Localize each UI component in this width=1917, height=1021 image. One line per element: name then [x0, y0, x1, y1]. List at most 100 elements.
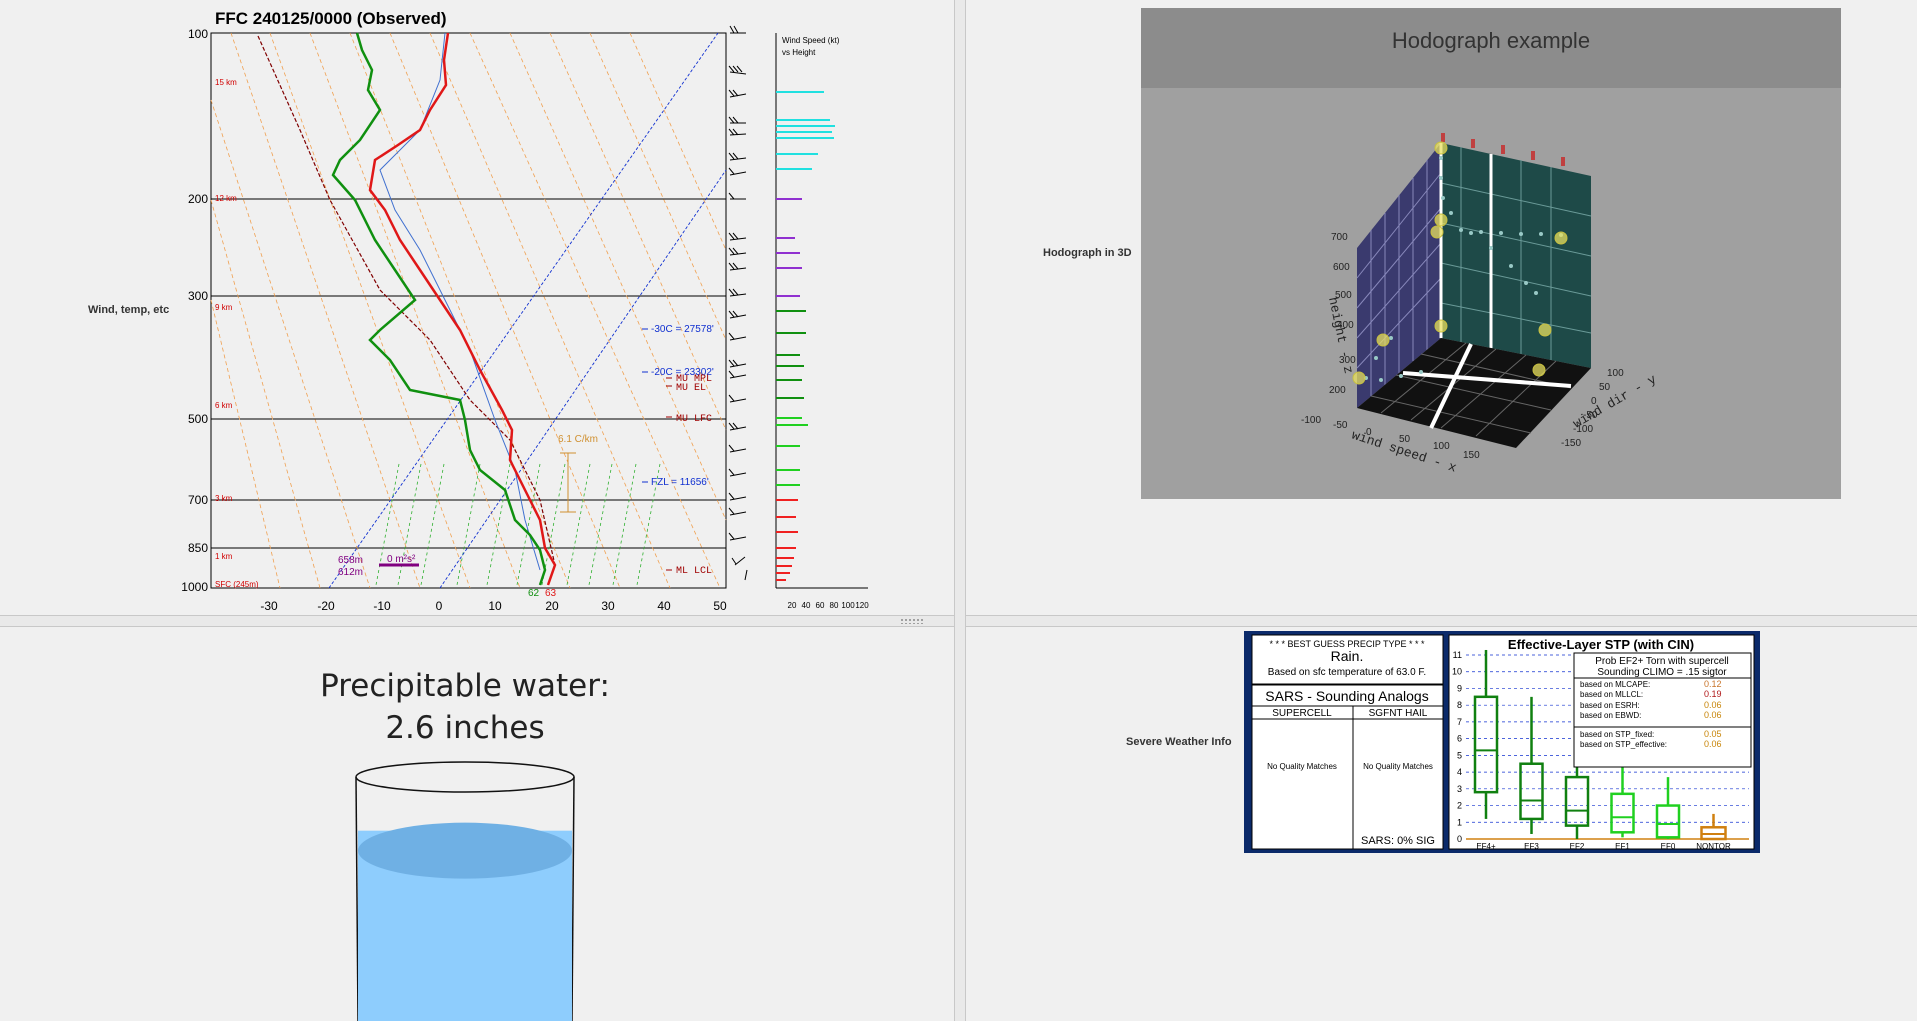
- height-612m: 612m: [338, 567, 363, 578]
- stp-y-tick: 7: [1457, 717, 1462, 727]
- ws-tick: 60: [816, 601, 825, 610]
- stp-category-label: EF0: [1661, 842, 1676, 851]
- ws-tick: 120: [855, 601, 869, 610]
- water-surface: [358, 822, 572, 879]
- z-tick: 600: [1333, 262, 1350, 273]
- stp-y-tick: 10: [1452, 667, 1462, 677]
- p-tick: 500: [188, 412, 208, 426]
- srh-label: 0 m²s²: [387, 554, 416, 565]
- hodograph-title: Hodograph example: [1392, 28, 1590, 53]
- x-tick: 50: [1399, 434, 1411, 445]
- mu-lfc-label: MU LFC: [676, 414, 712, 425]
- t-tick: 30: [601, 599, 615, 613]
- y-tick: 0: [1591, 396, 1597, 407]
- skewt-title: FFC 240125/0000 (Observed): [215, 9, 447, 28]
- stp-category-label: EF1: [1615, 842, 1630, 851]
- precip-water-value: 2.6 inches: [385, 710, 545, 746]
- ws-tick: 20: [788, 601, 797, 610]
- wind-panel-subtitle: vs Height: [782, 48, 816, 57]
- t-tick: 10: [488, 599, 502, 613]
- stp-category-label: NONTOR: [1696, 842, 1731, 851]
- ws-tick: 40: [802, 601, 811, 610]
- h-tick: 3 km: [215, 494, 233, 503]
- p-tick: 300: [188, 289, 208, 303]
- sfc-td-label: 62: [528, 588, 540, 599]
- sars-supercell-result: No Quality Matches: [1267, 762, 1337, 771]
- hodograph-3d-chart[interactable]: Hodograph example height - z wind speed …: [1141, 8, 1841, 499]
- stp-row-label: based on STP_fixed:: [1580, 730, 1654, 739]
- mu-el-label: MU EL: [676, 383, 706, 394]
- t-tick: 20: [545, 599, 559, 613]
- sars-title: SARS - Sounding Analogs: [1265, 688, 1428, 704]
- t-tick: 0: [436, 599, 443, 613]
- x-tick: 0: [1366, 427, 1372, 438]
- stp-category-label: EF3: [1524, 842, 1539, 851]
- t-tick: 50: [713, 599, 727, 613]
- y-tick: -150: [1561, 438, 1581, 449]
- vertical-splitter[interactable]: [954, 0, 966, 1021]
- ml-lcl-label: ML LCL: [676, 566, 712, 577]
- lapse-rate-label: 6.1 C/km: [558, 434, 598, 445]
- stp-row-label: based on STP_effective:: [1580, 740, 1667, 749]
- y-tick: 100: [1607, 368, 1624, 379]
- splitter-grip[interactable]: [900, 618, 924, 624]
- precip-type-note: Based on sfc temperature of 63.0 F.: [1268, 667, 1426, 678]
- m30c-label: -30C = 27578': [651, 324, 714, 335]
- stp-row-value: 0.05: [1704, 729, 1722, 739]
- x-tick: 100: [1433, 441, 1450, 452]
- stp-row-label: based on MLCAPE:: [1580, 680, 1650, 689]
- stp-y-tick: 11: [1453, 650, 1462, 660]
- stp-title: Effective-Layer STP (with CIN): [1508, 637, 1694, 652]
- p-tick: 700: [188, 493, 208, 507]
- t-tick: 40: [657, 599, 671, 613]
- hodograph-side-label: Hodograph in 3D: [1043, 247, 1132, 259]
- p-tick: 200: [188, 192, 208, 206]
- severe-weather-panel[interactable]: * * * BEST GUESS PRECIP TYPE * * * Rain.…: [1244, 631, 1760, 853]
- h-tick: 9 km: [215, 303, 233, 312]
- x-tick: 150: [1463, 450, 1480, 461]
- t-tick: -30: [260, 599, 278, 613]
- stp-category-label: EF2: [1570, 842, 1585, 851]
- sars-hail-header: SGFNT HAIL: [1369, 708, 1428, 719]
- height-658m: 658m: [338, 555, 363, 566]
- stp-y-tick: 3: [1457, 784, 1462, 794]
- hodograph-pane: Hodograph in 3D Hodograph example height…: [966, 0, 1917, 615]
- stp-row-value: 0.06: [1704, 700, 1722, 710]
- h-tick: 15 km: [215, 78, 237, 87]
- stp-y-tick: 4: [1457, 767, 1462, 777]
- x-tick: -100: [1301, 415, 1321, 426]
- stp-y-tick: 6: [1457, 734, 1462, 744]
- h-tick: 12 km: [215, 194, 237, 203]
- stp-row-value: 0.19: [1704, 689, 1722, 699]
- p-tick: 1000: [181, 580, 208, 594]
- skewt-pane: Wind, temp, etc 6.1 C/km 0 m²s² 658m 612…: [0, 0, 954, 615]
- sfc-t-label: 63: [545, 588, 557, 599]
- stp-row-label: based on MLLCL:: [1580, 690, 1643, 699]
- precip-water-line1: Precipitable water:: [320, 668, 610, 704]
- h-tick: 6 km: [215, 401, 233, 410]
- precip-water-title: Precipitable water: 2.6 inches: [300, 665, 630, 749]
- fzl-label: FZL = 11656': [651, 477, 709, 488]
- ws-tick: 80: [830, 601, 839, 610]
- stp-category-label: EF4+: [1476, 842, 1496, 851]
- ws-tick: 100: [841, 601, 855, 610]
- sars-hail-result: No Quality Matches: [1363, 762, 1433, 771]
- t-tick: -20: [317, 599, 335, 613]
- severe-weather-pane: Severe Weather Info * * * BEST GUESS PRE…: [966, 627, 1917, 1021]
- z-tick: 200: [1329, 385, 1346, 396]
- h-tick: SFC (245m): [215, 580, 259, 589]
- p-tick: 850: [188, 541, 208, 555]
- stp-row-label: based on EBWD:: [1580, 711, 1641, 720]
- z-tick: 300: [1339, 355, 1356, 366]
- wind-barbs: [728, 25, 748, 581]
- stp-y-tick: 8: [1457, 700, 1462, 710]
- stp-y-tick: 0: [1457, 834, 1462, 844]
- stp-y-tick: 1: [1457, 817, 1462, 827]
- stp-y-tick: 5: [1457, 750, 1462, 760]
- stp-prob-line1: Prob EF2+ Torn with supercell: [1595, 656, 1729, 667]
- p-tick: 100: [188, 27, 208, 41]
- x-tick: -50: [1333, 420, 1348, 431]
- stp-row-label: based on ESRH:: [1580, 701, 1640, 710]
- z-tick: 400: [1337, 320, 1354, 331]
- stp-row-value: 0.06: [1704, 739, 1722, 749]
